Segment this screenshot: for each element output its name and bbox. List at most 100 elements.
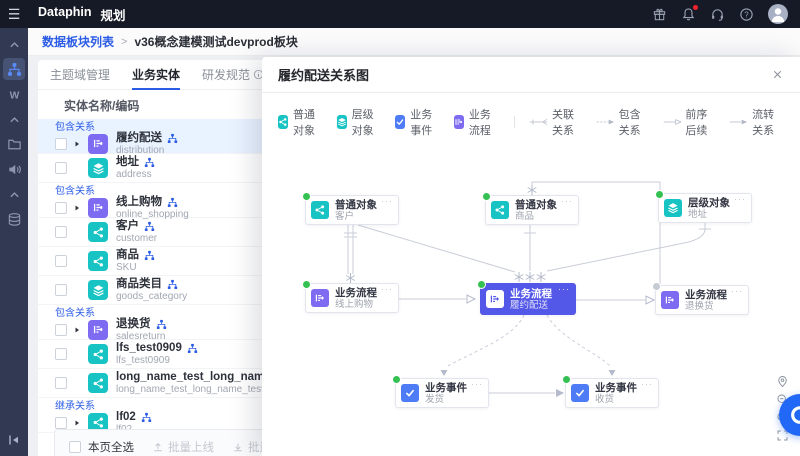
tab-label: 研发规范 <box>202 66 250 83</box>
row-checkbox[interactable] <box>55 324 67 336</box>
row-checkbox[interactable] <box>55 162 67 174</box>
sidebar-item letter-w-icon[interactable]: W <box>3 83 25 105</box>
entity-type-icon process <box>88 320 108 340</box>
select-all[interactable]: 本页全选 <box>69 439 134 455</box>
more-icon[interactable]: ··· <box>381 284 393 294</box>
relation-graph-icon[interactable] <box>144 221 155 232</box>
status-dot <box>392 375 401 384</box>
more-icon[interactable]: ··· <box>561 196 573 206</box>
sidebar-item speaker-icon[interactable] <box>3 158 25 180</box>
product-name: Dataphin <box>38 5 91 24</box>
row-checkbox[interactable] <box>55 377 67 389</box>
sidebar-item database-icon[interactable] <box>3 208 25 230</box>
entity-name: 商品 <box>116 249 139 262</box>
entity-name: 退换货 <box>116 318 151 331</box>
avatar[interactable] <box>768 4 788 24</box>
node-name: 履约配送 <box>510 300 552 311</box>
row-checkbox[interactable] <box>55 138 67 150</box>
diagram-node-ship[interactable]: 业务事件 发货 ··· <box>395 378 489 408</box>
relation-graph-icon[interactable] <box>141 412 152 423</box>
relation-graph-icon[interactable] <box>167 133 178 144</box>
relation-graph-icon[interactable] <box>167 279 178 290</box>
relation-graph-icon[interactable] <box>144 250 155 261</box>
sidebar-item folder-icon[interactable] <box>3 133 25 155</box>
location-icon[interactable] <box>776 375 789 388</box>
status-dot <box>562 375 571 384</box>
entity-type-icon hierarchy <box>88 158 108 178</box>
diagram-node-customer[interactable]: 普通对象 客户 ··· <box>305 195 399 225</box>
tab-1[interactable]: 业务实体 <box>132 60 180 90</box>
entity-code: distribution <box>116 145 178 156</box>
more-icon[interactable]: ··· <box>381 196 393 206</box>
more-icon[interactable]: ··· <box>471 379 483 389</box>
sidebar-item org-chart-icon[interactable] <box>3 58 25 80</box>
expand-caret-icon[interactable] <box>70 419 83 427</box>
row-checkbox[interactable] <box>55 255 67 267</box>
select-all-checkbox[interactable] <box>69 441 81 453</box>
legend-edge-precede: 前序后续 <box>663 106 718 138</box>
tab-2[interactable]: 研发规范 <box>202 60 264 90</box>
entity-code: address <box>116 169 155 180</box>
diagram-node-address[interactable]: 层级对象 地址 ··· <box>658 193 752 223</box>
expand-caret-icon[interactable] <box>70 140 83 148</box>
gift-icon[interactable] <box>652 7 667 22</box>
hierarchy-icon <box>337 115 347 129</box>
legend-node-object: 普通对象 <box>278 106 325 138</box>
relation-graph-icon[interactable] <box>156 319 167 330</box>
expand-caret-icon[interactable] <box>70 204 83 212</box>
batch-action-label: 批量上线 <box>168 439 214 455</box>
entity-text: 商品 SKU <box>116 249 155 273</box>
legend: 普通对象层级对象业务事件业务流程关联关系包含关系前序后续流转关系 <box>262 93 800 138</box>
sidebar-item chevron-up-icon[interactable] <box>3 33 25 55</box>
breadcrumb-parent[interactable]: 数据板块列表 <box>42 33 114 50</box>
entity-text: 线上购物 online_shopping <box>116 196 189 220</box>
relation-graph-icon[interactable] <box>187 343 198 354</box>
node-name: 客户 <box>335 211 377 222</box>
tab-0[interactable]: 主题域管理 <box>50 60 110 90</box>
status-dot <box>655 190 664 199</box>
diagram-node-distribution[interactable]: 业务流程 履约配送 ··· <box>480 283 576 315</box>
sidebar-item chevron-up-icon[interactable] <box>3 183 25 205</box>
entity-name: 地址 <box>116 156 139 169</box>
relation-graph-icon[interactable] <box>167 197 178 208</box>
diagram-node-online_shopping[interactable]: 业务流程 线上购物 ··· <box>305 283 399 313</box>
sidebar-item chevron-up-icon[interactable] <box>3 108 25 130</box>
more-icon[interactable]: ··· <box>558 284 570 294</box>
help-icon[interactable]: ? <box>739 7 754 22</box>
relation-graph-modal: 普通对象 客户 ··· 普通对象 商品 ··· 层级对象 地址 ··· <box>262 57 800 456</box>
more-icon[interactable]: ··· <box>734 194 746 204</box>
node-type-label: 普通对象 <box>335 199 377 211</box>
row-checkbox[interactable] <box>55 284 67 296</box>
close-icon[interactable] <box>771 68 784 81</box>
batch-action upload-icon[interactable]: 批量上线 <box>152 439 214 455</box>
select-all-label: 本页全选 <box>88 439 134 455</box>
legend-label: 普通对象 <box>293 106 325 138</box>
relation-graph-icon[interactable] <box>144 157 155 168</box>
menu-icon[interactable]: ☰ <box>0 0 28 28</box>
legend-label: 流转关系 <box>752 106 784 138</box>
svg-text:?: ? <box>744 10 749 19</box>
status-dot <box>652 282 661 291</box>
diagram-node-receive[interactable]: 业务事件 收货 ··· <box>565 378 659 408</box>
row-checkbox[interactable] <box>55 348 67 360</box>
row-checkbox[interactable] <box>55 226 67 238</box>
collapse-icon[interactable] <box>6 432 22 448</box>
node-name: 收货 <box>595 394 637 405</box>
diagram-node-sku[interactable]: 普通对象 商品 ··· <box>485 195 579 225</box>
modal-title: 履约配送关系图 <box>278 65 369 84</box>
entity-type-icon object <box>88 251 108 271</box>
row-checkbox[interactable] <box>55 417 67 429</box>
bell-icon[interactable] <box>681 7 696 22</box>
hierarchy-icon <box>664 199 682 217</box>
node-name: 线上购物 <box>335 299 377 310</box>
row-checkbox[interactable] <box>55 202 67 214</box>
legend-divider <box>514 116 515 128</box>
entity-code: customer <box>116 233 157 244</box>
expand-caret-icon[interactable] <box>70 326 83 334</box>
diagram-node-salesreturn[interactable]: 业务流程 退换货 ··· <box>655 285 749 315</box>
node-type-label: 业务事件 <box>595 382 637 394</box>
more-icon[interactable]: ··· <box>731 286 743 296</box>
more-icon[interactable]: ··· <box>641 379 653 389</box>
entity-text: 退换货 salesreturn <box>116 318 167 342</box>
headset-icon[interactable] <box>710 7 725 22</box>
